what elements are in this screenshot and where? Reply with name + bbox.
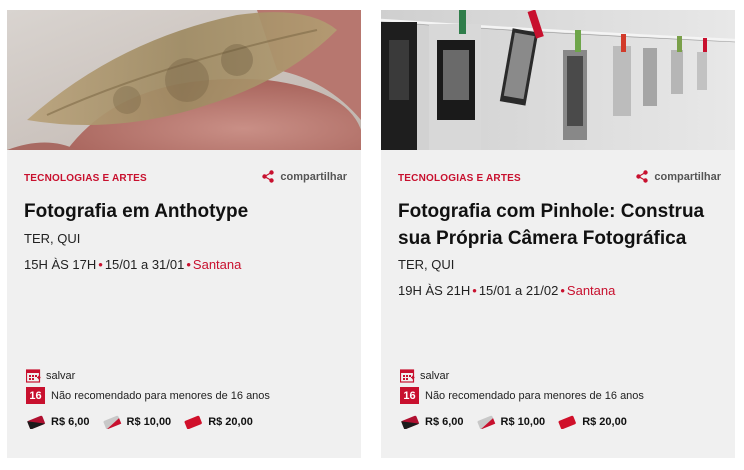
separator-dot: • — [98, 257, 103, 272]
share-icon — [262, 170, 275, 183]
save-button[interactable]: salvar — [26, 369, 75, 383]
event-schedule: 15H ÀS 17H • 15/01 a 31/01 • Santana — [24, 257, 241, 272]
event-days: TER, QUI — [398, 257, 455, 272]
price-value: R$ 10,00 — [500, 416, 546, 428]
price-value: R$ 20,00 — [208, 416, 253, 428]
age-rating-badge: 16 — [26, 387, 45, 404]
ticket-icon — [401, 415, 420, 429]
ticket-icon — [103, 415, 121, 429]
save-button[interactable]: salvar — [400, 369, 449, 383]
event-category: TECNOLOGIAS E ARTES — [398, 173, 521, 184]
price-list: R$ 6,00 R$ 10,00 R$ 20,00 — [26, 415, 265, 429]
event-title[interactable]: Fotografia em Anthotype — [24, 198, 354, 225]
event-dates: 15/01 a 31/01 — [104, 257, 185, 272]
separator-dot: • — [472, 283, 477, 298]
price-list: R$ 6,00 R$ 10,00 R$ 20,00 — [400, 415, 639, 429]
save-label: salvar — [46, 370, 76, 382]
price-general: R$ 20,00 — [557, 415, 627, 429]
save-label: salvar — [420, 370, 450, 382]
event-photo[interactable] — [7, 10, 361, 150]
ticket-icon — [27, 415, 46, 429]
price-value: R$ 20,00 — [582, 416, 627, 428]
ticket-icon — [477, 415, 495, 429]
ticket-icon — [184, 415, 203, 429]
share-button[interactable]: compartilhar — [636, 170, 721, 183]
age-rating-badge: 16 — [400, 387, 419, 404]
age-rating-text: Não recomendado para menores de 16 anos — [51, 389, 270, 402]
event-days: TER, QUI — [24, 231, 81, 246]
event-card[interactable]: TECNOLOGIAS E ARTES compartilhar Fotogra… — [7, 10, 361, 458]
event-place[interactable]: Santana — [567, 283, 615, 298]
price-value: R$ 10,00 — [126, 416, 172, 428]
age-rating-text: Não recomendado para menores de 16 anos — [425, 389, 644, 402]
share-icon — [636, 170, 649, 183]
event-time: 19H ÀS 21H — [398, 283, 471, 298]
event-category: TECNOLOGIAS E ARTES — [24, 173, 147, 184]
price-general: R$ 20,00 — [183, 415, 253, 429]
event-photo[interactable] — [381, 10, 735, 150]
price-full: R$ 6,00 — [400, 415, 464, 429]
event-place[interactable]: Santana — [193, 257, 241, 272]
event-card[interactable]: TECNOLOGIAS E ARTES compartilhar Fotogra… — [381, 10, 735, 458]
separator-dot: • — [186, 257, 191, 272]
price-full: R$ 6,00 — [26, 415, 90, 429]
share-button[interactable]: compartilhar — [262, 170, 347, 183]
event-schedule: 19H ÀS 21H • 15/01 a 21/02 • Santana — [398, 283, 615, 298]
calendar-save-icon — [26, 369, 41, 383]
age-rating: 16 Não recomendado para menores de 16 an… — [26, 387, 270, 404]
event-dates: 15/01 a 21/02 — [478, 283, 559, 298]
ticket-icon — [558, 415, 577, 429]
event-time: 15H ÀS 17H — [24, 257, 97, 272]
photo-pinhole-illustration — [381, 10, 735, 150]
separator-dot: • — [560, 283, 565, 298]
event-title[interactable]: Fotografia com Pinhole: Construa sua Pró… — [398, 198, 728, 252]
photo-anthotype-illustration — [7, 10, 361, 150]
share-label: compartilhar — [280, 170, 347, 183]
calendar-save-icon — [400, 369, 415, 383]
age-rating: 16 Não recomendado para menores de 16 an… — [400, 387, 644, 404]
price-value: R$ 6,00 — [51, 416, 90, 428]
price-value: R$ 6,00 — [425, 416, 464, 428]
share-label: compartilhar — [654, 170, 721, 183]
price-half: R$ 10,00 — [102, 415, 172, 429]
price-half: R$ 10,00 — [476, 415, 546, 429]
